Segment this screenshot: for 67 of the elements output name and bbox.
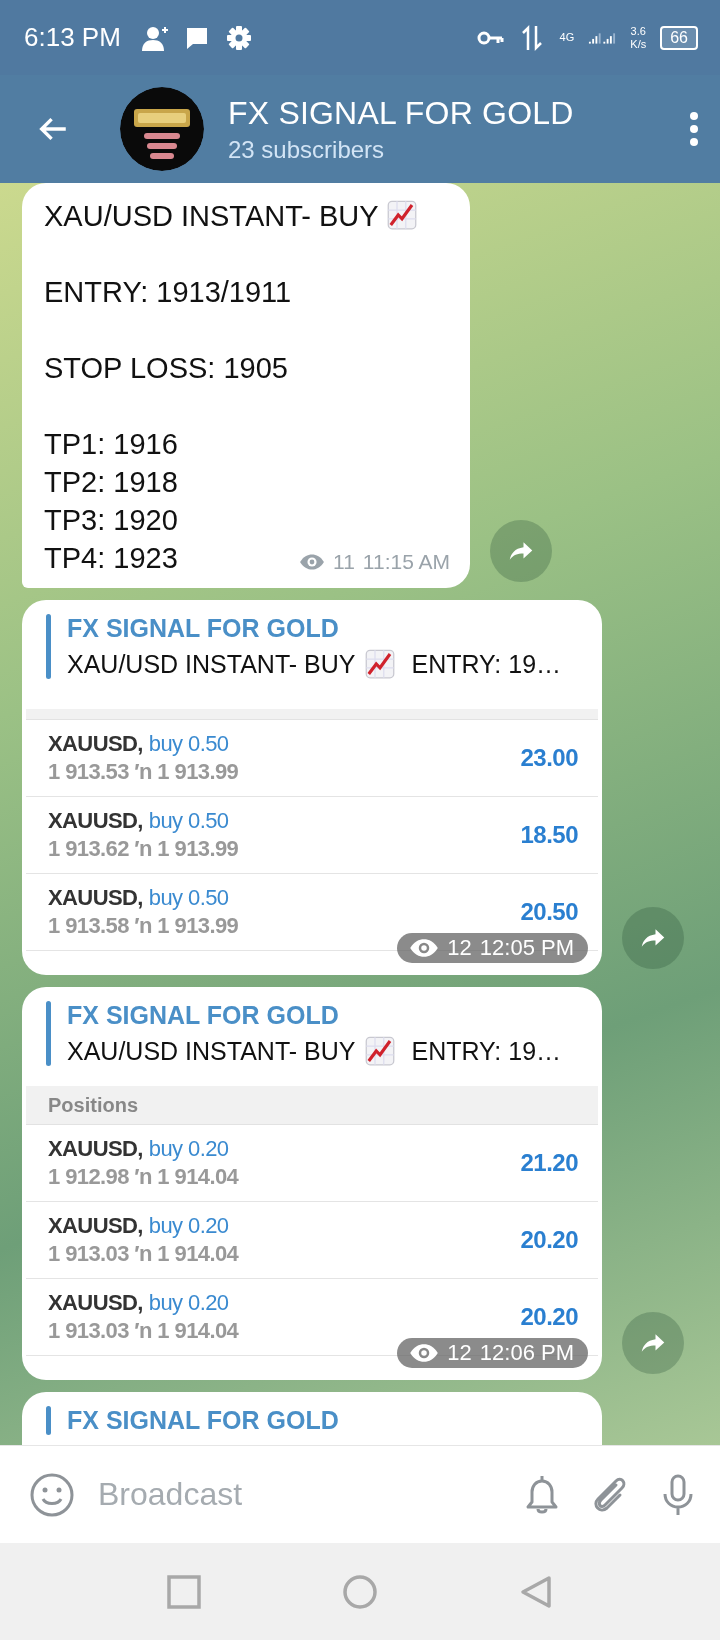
network-speed: 3.6	[630, 24, 646, 38]
settings-icon	[224, 23, 253, 52]
network-type: 4G	[559, 32, 575, 43]
channel-title: FX SIGNAL FOR GOLD	[228, 94, 575, 132]
quote-bar	[46, 1406, 51, 1435]
position-prices: 1 913.53 ′n 1 913.99	[48, 759, 240, 785]
chart-icon	[365, 1036, 396, 1066]
message-text: XAU/USD INSTANT- BUY	[44, 200, 379, 232]
message-text: ENTRY: 1913/1911	[44, 276, 292, 308]
message-time: 12:05 PM	[479, 935, 574, 961]
position-prices: 1 913.03 ′n 1 914.04	[48, 1318, 240, 1344]
reply-text: ENTRY: 19…	[411, 649, 562, 679]
eye-icon	[409, 1343, 440, 1363]
message-text: TP4: 1923	[44, 542, 178, 574]
position-profit: 18.50	[520, 821, 578, 849]
position-profit: 21.20	[520, 1149, 578, 1177]
message-time: 11:15 AM	[362, 550, 450, 574]
reply-title: FX SIGNAL FOR GOLD	[67, 614, 340, 643]
home-icon[interactable]	[342, 1573, 378, 1610]
position-symbol: XAUUSD,	[48, 1213, 143, 1239]
position-profit: 20.20	[520, 1226, 578, 1254]
eye-icon	[299, 553, 325, 571]
position-profit: 23.00	[520, 744, 578, 772]
eye-icon	[409, 938, 440, 958]
position-side: buy 0.20	[148, 1136, 229, 1162]
position-symbol: XAUUSD,	[48, 1290, 143, 1316]
position-side: buy 0.20	[148, 1290, 229, 1316]
quote-bar	[46, 1001, 51, 1066]
position-prices: 1 912.98 ′n 1 914.04	[48, 1164, 240, 1190]
position-prices: 1 913.03 ′n 1 914.04	[48, 1241, 240, 1267]
position-side: buy 0.50	[148, 885, 229, 911]
view-count: 12	[447, 1340, 472, 1366]
position-side: buy 0.20	[148, 1213, 229, 1239]
position-profit: 20.20	[520, 1303, 578, 1331]
position-symbol: XAUUSD,	[48, 808, 143, 834]
message-input[interactable]: Broadcast	[96, 1475, 498, 1514]
reply-text: XAU/USD INSTANT- BUY	[67, 649, 356, 679]
message-text: STOP LOSS: 1905	[44, 352, 288, 384]
position-symbol: XAUUSD,	[48, 731, 143, 757]
reply-title: FX SIGNAL FOR GOLD	[67, 1406, 339, 1435]
position-prices: 1 913.62 ′n 1 913.99	[48, 836, 240, 862]
quote-bar	[46, 614, 51, 679]
speed-unit: K/s	[630, 37, 647, 51]
recent-apps-icon[interactable]	[166, 1573, 202, 1610]
message-text: TP3: 1920	[44, 504, 178, 536]
subscriber-count: 23 subscribers	[228, 135, 386, 164]
status-time: 6:13 PM	[24, 22, 121, 53]
reply-title: FX SIGNAL FOR GOLD	[67, 1001, 340, 1030]
chart-icon	[365, 649, 396, 679]
message-text: TP1: 1916	[44, 428, 178, 460]
position-side: buy 0.50	[148, 731, 229, 757]
section-title: Positions	[48, 1093, 138, 1117]
position-prices: 1 913.58 ′n 1 913.99	[48, 913, 240, 939]
reply-text: XAU/USD INSTANT- BUY	[67, 1036, 356, 1066]
chart-icon	[386, 200, 417, 230]
message-time: 12:06 PM	[479, 1340, 574, 1366]
position-symbol: XAUUSD,	[48, 1136, 143, 1162]
back-icon[interactable]	[518, 1573, 554, 1610]
reply-text: ENTRY: 19…	[411, 1036, 562, 1066]
position-symbol: XAUUSD,	[48, 885, 143, 911]
battery-level: 66	[660, 25, 698, 50]
view-count: 11	[333, 550, 355, 574]
message-text: TP2: 1918	[44, 466, 178, 498]
position-profit: 20.50	[520, 898, 578, 926]
position-side: buy 0.50	[148, 808, 229, 834]
menu-icon[interactable]	[688, 111, 700, 147]
view-count: 12	[447, 935, 472, 961]
